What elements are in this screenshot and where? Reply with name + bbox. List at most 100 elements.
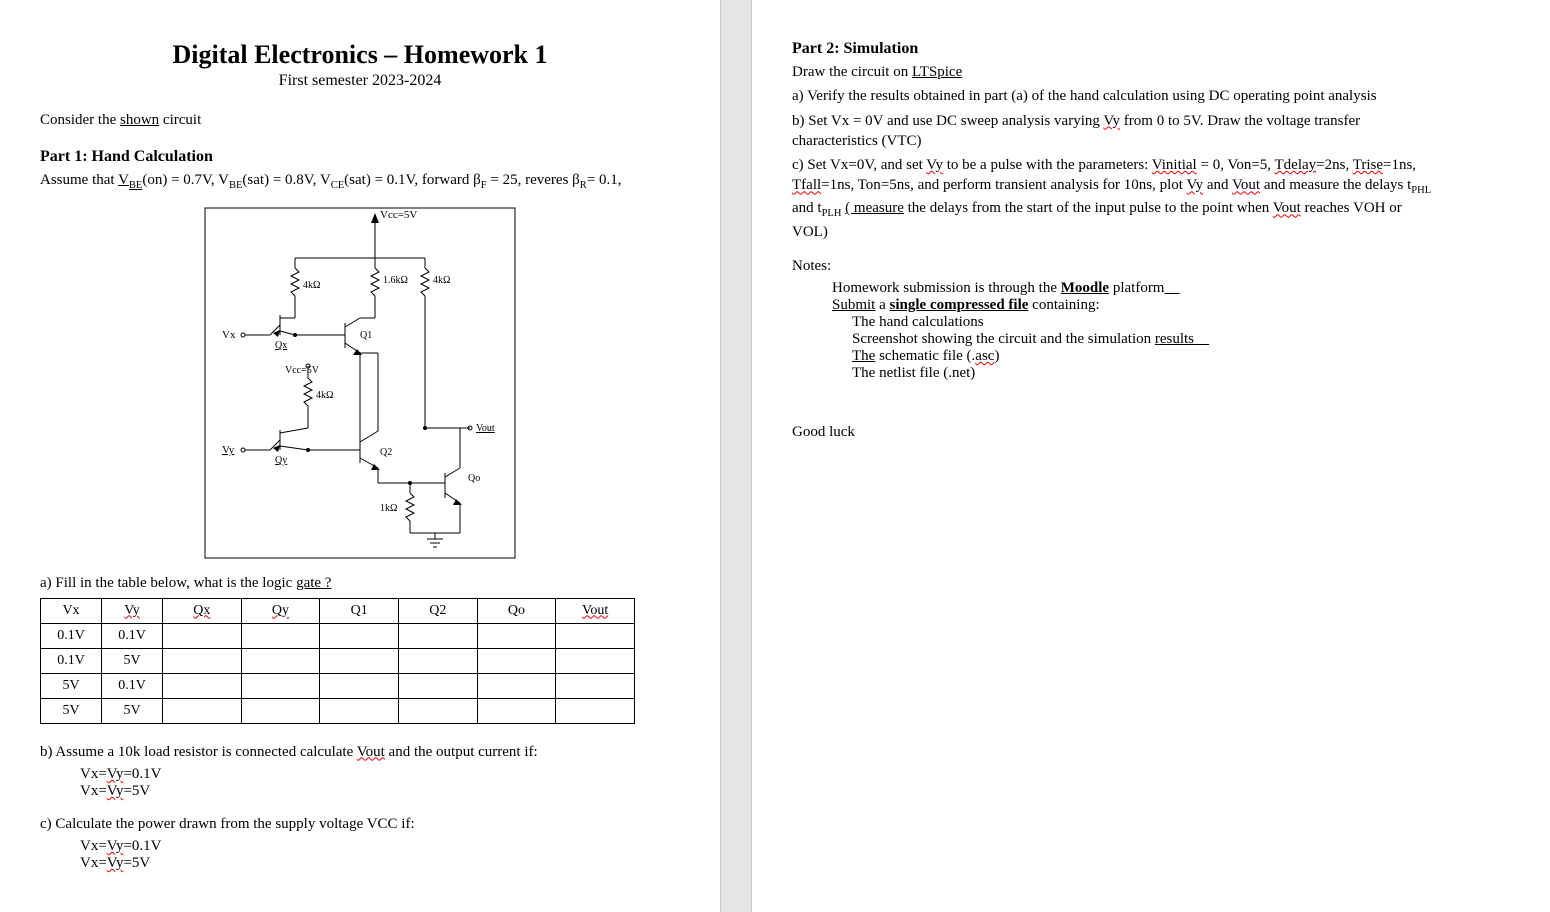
p2c-m6: and measure the delays t — [1260, 177, 1411, 193]
cell — [477, 623, 556, 648]
cell — [320, 623, 399, 648]
cell: 5V — [102, 698, 163, 723]
note-asc: The schematic file (.asc) — [852, 348, 1432, 365]
cell — [477, 673, 556, 698]
page-divider — [720, 0, 752, 912]
b2-pre: Vx= — [80, 783, 107, 799]
cell — [477, 648, 556, 673]
diag-vcc-top: Vcc=5V — [380, 209, 417, 221]
table-row: 5V 5V — [41, 698, 635, 723]
cell — [241, 623, 320, 648]
p2c-vout2: Vout — [1273, 200, 1301, 216]
cell — [163, 698, 242, 723]
p2c-phl: PHL — [1411, 185, 1431, 196]
note-net: The netlist file (.net) — [852, 365, 1432, 382]
p2c-m4: =1ns, — [1383, 157, 1416, 173]
assume-vbe-sub: BE — [129, 180, 142, 191]
p2c-tdelay: Tdelay — [1275, 157, 1317, 173]
cell — [556, 673, 635, 698]
asc-mid: schematic file (. — [875, 348, 975, 364]
th-qo: Qo — [477, 598, 556, 623]
cell: 5V — [41, 673, 102, 698]
doc-title: Digital Electronics – Homework 1 — [40, 40, 680, 70]
cell — [398, 623, 477, 648]
th-q1: Q1 — [320, 598, 399, 623]
c1-post: =0.1V — [123, 838, 161, 854]
diag-qy: Qy — [275, 455, 287, 466]
p2c-pre: c) Set Vx=0V, and set — [792, 157, 926, 173]
p2-l1-pre: Draw the circuit on — [792, 64, 912, 80]
p2-line-a: a) Verify the results obtained in part (… — [792, 86, 1432, 106]
part2-title: Part 2: Simulation — [792, 40, 1432, 58]
n2-submit: Submit — [832, 297, 875, 313]
cell: 5V — [102, 648, 163, 673]
page-1: Digital Electronics – Homework 1 First s… — [0, 0, 720, 912]
good-luck: Good luck — [792, 422, 1432, 442]
p2-l1-ltspice: LTSpice — [912, 64, 962, 80]
b-line2: Vx=Vy=5V — [80, 783, 680, 800]
p2c-vinitial: Vinitial — [1152, 157, 1197, 173]
c2-post: =5V — [123, 855, 150, 871]
c1-pre: Vx= — [80, 838, 107, 854]
notes-block: Notes: Homework submission is through th… — [792, 256, 1432, 382]
p2-line-b: b) Set Vx = 0V and use DC sweep analysis… — [792, 111, 1432, 152]
table-row: 0.1V 0.1V — [41, 623, 635, 648]
th-vy: Vy — [102, 598, 163, 623]
p2c-trise: Trise — [1353, 157, 1383, 173]
cell: 0.1V — [41, 623, 102, 648]
p2b-vy: Vy — [1103, 113, 1120, 129]
note-screenshot: Screenshot showing the circuit and the s… — [852, 331, 1432, 348]
cell — [163, 623, 242, 648]
th-vout: Vout — [556, 598, 635, 623]
p2c-m9: the delays from the start of the input p… — [904, 200, 1273, 216]
asc-word: asc — [975, 348, 994, 364]
diag-vy: Vy — [222, 444, 235, 456]
intro-pre: Consider the — [40, 112, 120, 128]
page-2: Part 2: Simulation Draw the circuit on L… — [752, 0, 1472, 912]
p2c-m3: =2ns, — [1316, 157, 1353, 173]
assume-pre: Assume that — [40, 172, 118, 188]
b-line1: Vx=Vy=0.1V — [80, 766, 680, 783]
asc-post: ) — [994, 348, 999, 364]
p2c-vy2: Vy — [1186, 177, 1203, 193]
cell — [163, 648, 242, 673]
assume-rest4: = 25, reveres β — [487, 172, 580, 188]
assume-vbe-v: V — [118, 172, 129, 188]
cell — [556, 623, 635, 648]
diag-qx: Qx — [275, 340, 287, 351]
part-c-lead: c) Calculate the power drawn from the su… — [40, 814, 680, 834]
cell — [320, 698, 399, 723]
p2-line1: Draw the circuit on LTSpice — [792, 62, 1432, 82]
cell — [398, 648, 477, 673]
n1-post: platform — [1109, 280, 1164, 296]
part-b-lead: b) Assume a 10k load resistor is connect… — [40, 742, 680, 762]
p2c-m5: =1ns, Ton=5ns, and perform transient ana… — [821, 177, 1186, 193]
diag-vout: Vout — [476, 423, 495, 434]
table-header-row: Vx Vy Qx Qy Q1 Q2 Qo Vout — [41, 598, 635, 623]
assume-rest2: (sat) = 0.8V, V — [242, 172, 330, 188]
n2-single: single compressed file — [890, 297, 1029, 313]
ns-pre: Screenshot showing the circuit and the s… — [852, 331, 1155, 347]
p2c-m2: = 0, Von=5, — [1197, 157, 1275, 173]
diag-q2: Q2 — [380, 447, 392, 458]
circuit-diagram: Vcc=5V 4kΩ 1.6kΩ 4kΩ Vx Qx — [200, 203, 520, 563]
diag-r1k: 1kΩ — [380, 503, 397, 514]
n1-pre: Homework submission is through the — [832, 280, 1061, 296]
truth-table: Vx Vy Qx Qy Q1 Q2 Qo Vout 0.1V 0.1V — [40, 598, 635, 724]
a-gate: gate ? — [296, 575, 331, 591]
diag-r4k-a: 4kΩ — [303, 280, 320, 291]
ns-results: results — [1155, 331, 1194, 347]
assume-rest3: (sat) = 0.1V, forward β — [344, 172, 481, 188]
c-line2: Vx=Vy=5V — [80, 855, 680, 872]
intro-line: Consider the shown circuit — [40, 110, 680, 130]
cell: 0.1V — [41, 648, 102, 673]
table-row: 0.1V 5V — [41, 648, 635, 673]
cell — [320, 648, 399, 673]
cell — [556, 648, 635, 673]
p2c-m1: to be a pulse with the parameters: — [943, 157, 1152, 173]
b2-post: =5V — [123, 783, 150, 799]
cell — [163, 673, 242, 698]
n1-moodle: Moodle — [1061, 280, 1109, 296]
diag-r4k-c: 4kΩ — [316, 390, 333, 401]
diag-vx: Vx — [222, 329, 236, 341]
